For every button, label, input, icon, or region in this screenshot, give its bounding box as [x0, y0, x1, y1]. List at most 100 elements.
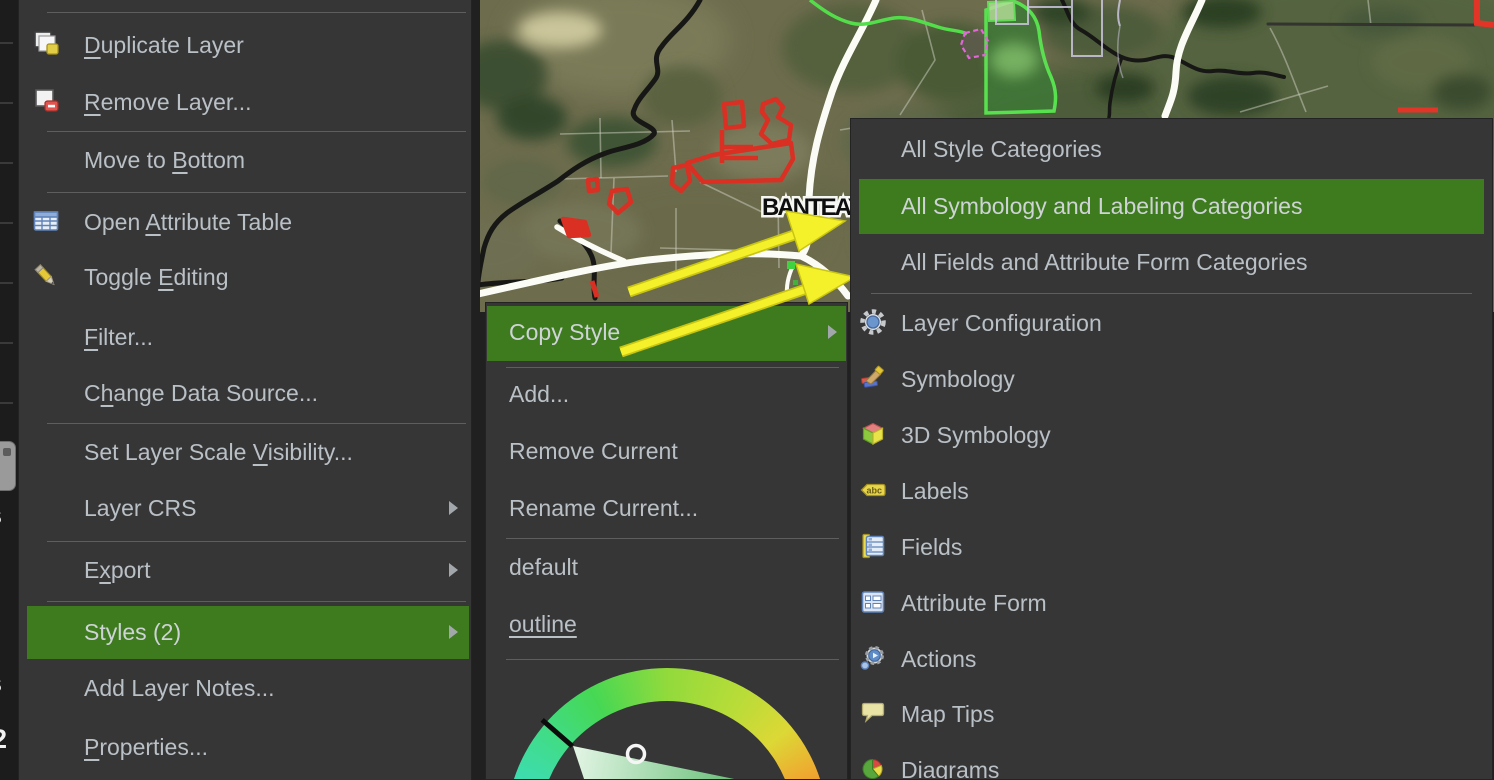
menu-item-label: Remove Current	[509, 426, 678, 476]
menu-item-label: outline	[509, 599, 577, 649]
panel-row-divider	[0, 402, 13, 404]
menu-separator	[47, 192, 466, 193]
menu-item-layer-configuration[interactable]: Layer Configuration	[851, 298, 1492, 348]
menu-item-remove-layer[interactable]: Remove Layer...	[19, 77, 471, 127]
label-part: Remove Current	[509, 438, 678, 464]
green-dot	[793, 280, 798, 285]
label-part: Add Layer Notes...	[84, 675, 275, 701]
label-part: Map Tips	[901, 701, 994, 727]
panel-row-divider	[0, 222, 13, 224]
panel-row-divider	[0, 282, 13, 284]
label-part: roperties...	[99, 734, 208, 760]
panel-row-divider	[0, 162, 13, 164]
menu-item-label: Actions	[901, 634, 976, 684]
label-part: C	[84, 380, 101, 406]
label-part: ilter...	[98, 324, 153, 350]
menu-item-fields[interactable]: Fields	[851, 522, 1492, 572]
label-part: Open	[84, 209, 145, 235]
label-part: Move to	[84, 147, 172, 173]
menu-item-layer-crs[interactable]: Layer CRS	[19, 483, 471, 533]
menu-item-label: Attribute Form	[901, 578, 1047, 628]
layer-name-fragment: s	[0, 502, 2, 529]
label-part: E	[84, 557, 99, 583]
menu-item-set-layer-scale-visibility[interactable]: Set Layer Scale Visibility...	[19, 427, 471, 477]
menu-item-label: Copy Style	[509, 307, 620, 357]
pencil-icon	[32, 262, 62, 292]
label-part: emove Layer...	[101, 89, 252, 115]
panel-row-divider	[0, 342, 13, 344]
label-part: Layer CRS	[84, 495, 196, 521]
menu-item-outline[interactable]: outline	[486, 599, 847, 649]
label-part: Fields	[901, 534, 962, 560]
menu-item-change-data-source[interactable]: Change Data Source...	[19, 368, 471, 418]
label-part: Copy Style	[509, 319, 620, 345]
label-part: diting	[174, 264, 229, 290]
label-part: R	[84, 89, 101, 115]
menu-item-duplicate-layer[interactable]: Duplicate Layer	[19, 20, 471, 70]
qgis-window: s s 2	[0, 0, 1494, 780]
menu-item-add-layer-notes[interactable]: Add Layer Notes...	[19, 663, 471, 713]
label-part: x	[99, 557, 111, 583]
menu-item-3d-symbology[interactable]: 3D Symbology	[851, 410, 1492, 460]
menu-separator	[47, 601, 466, 602]
menu-item-all-symbology-and-labeling-categories[interactable]: All Symbology and Labeling Categories	[851, 181, 1492, 231]
menu-separator	[506, 538, 839, 539]
menu-item-rename-current[interactable]: Rename Current...	[486, 483, 847, 533]
label-part: Rename Current...	[509, 495, 698, 521]
menu-item-properties[interactable]: Properties...	[19, 722, 471, 772]
menu-item-export[interactable]: Export	[19, 545, 471, 595]
label-part: Toggle	[84, 264, 158, 290]
menu-item-label: Styles (2)	[84, 607, 181, 657]
layers-panel-fragment: s s 2	[0, 0, 19, 780]
color-wheel[interactable]	[487, 659, 846, 779]
menu-item-all-style-categories[interactable]: All Style Categories	[851, 124, 1492, 174]
menu-item-map-tips[interactable]: Map Tips	[851, 689, 1492, 739]
menu-item-symbology[interactable]: Symbology	[851, 354, 1492, 404]
menu-separator	[47, 12, 466, 13]
labels-icon: abc	[859, 476, 889, 506]
label-part: Add...	[509, 381, 569, 407]
menu-item-label: Add Layer Notes...	[84, 663, 275, 713]
menu-item-all-fields-and-attribute-form-categories[interactable]: All Fields and Attribute Form Categories	[851, 237, 1492, 287]
panel-row-divider	[0, 102, 13, 104]
label-part: Symbology	[901, 366, 1015, 392]
submenu-arrow-icon	[449, 563, 458, 577]
color-wheel-triangle[interactable]	[487, 659, 846, 779]
map-tips-icon	[859, 699, 889, 729]
menu-item-open-attribute-table[interactable]: Open Attribute Table	[19, 197, 471, 247]
menu-item-move-to-bottom[interactable]: Move to Bottom	[19, 135, 471, 185]
label-part: Diagrams	[901, 757, 999, 780]
label-part: Set Layer Scale	[84, 439, 253, 465]
menu-item-label: Labels	[901, 466, 969, 516]
menu-item-copy-style[interactable]: Copy Style	[486, 307, 847, 357]
remove-layer-icon	[32, 87, 62, 117]
label-part: 3D Symbology	[901, 422, 1051, 448]
menu-separator	[47, 541, 466, 542]
menu-item-label: Layer CRS	[84, 483, 196, 533]
submenu-arrow-icon	[828, 325, 837, 339]
menu-item-default[interactable]: default	[486, 542, 847, 592]
menu-item-add[interactable]: Add...	[486, 369, 847, 419]
menu-item-toggle-editing[interactable]: Toggle Editing	[19, 252, 471, 302]
menu-item-labels[interactable]: abc Labels	[851, 466, 1492, 516]
attribute-table-icon	[32, 207, 62, 237]
label-part: Layer Configuration	[901, 310, 1102, 336]
label-part: outline	[509, 611, 577, 637]
label-part: ange Data Source...	[113, 380, 318, 406]
menu-item-styles-2[interactable]: Styles (2)	[19, 607, 471, 657]
layer-context-menu: Duplicate Layer Remove Layer... Move to Bo…	[18, 0, 472, 780]
menu-item-filter[interactable]: Filter...	[19, 312, 471, 362]
label-part: All Symbology and Labeling Categories	[901, 193, 1302, 219]
label-part: All Fields and Attribute Form Categories	[901, 249, 1308, 275]
menu-item-attribute-form[interactable]: Attribute Form	[851, 578, 1492, 628]
label-part: P	[84, 734, 99, 760]
menu-item-diagrams[interactable]: Diagrams	[851, 745, 1492, 780]
menu-separator	[47, 423, 466, 424]
layer-name-fragment: 2	[0, 726, 7, 753]
menu-item-label: Duplicate Layer	[84, 20, 244, 70]
menu-item-remove-current[interactable]: Remove Current	[486, 426, 847, 476]
menu-item-label: Map Tips	[901, 689, 994, 739]
menu-item-actions[interactable]: Actions	[851, 634, 1492, 684]
svg-text:abc: abc	[867, 485, 883, 495]
duplicate-layer-icon	[32, 30, 62, 60]
